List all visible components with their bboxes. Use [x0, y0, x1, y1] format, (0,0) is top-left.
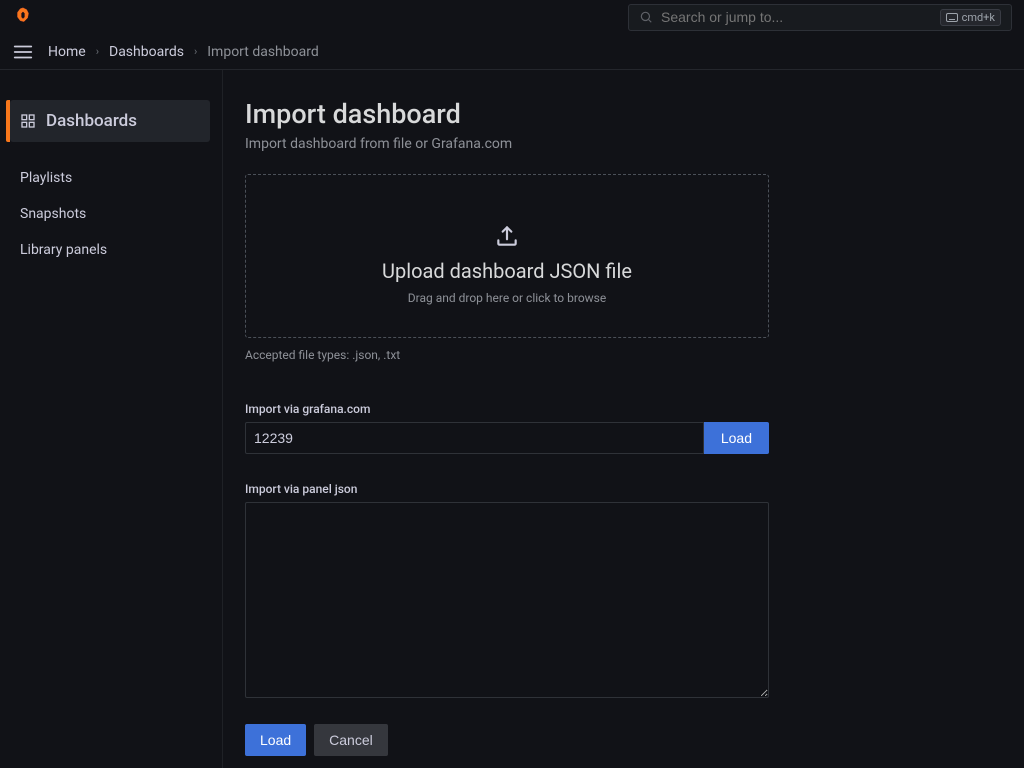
- accepted-file-types: Accepted file types: .json, .txt: [245, 348, 1002, 362]
- search-container[interactable]: cmd+k: [628, 4, 1012, 31]
- breadcrumb: Home › Dashboards › Import dashboard: [48, 44, 319, 60]
- sidebar-item-snapshots[interactable]: Snapshots: [10, 198, 210, 230]
- nav-bar: Home › Dashboards › Import dashboard: [0, 34, 1024, 70]
- sidebar-item-label: Playlists: [20, 170, 72, 186]
- breadcrumb-dashboards[interactable]: Dashboards: [109, 44, 184, 60]
- breadcrumb-home[interactable]: Home: [48, 44, 86, 60]
- dropzone-title: Upload dashboard JSON file: [266, 259, 748, 283]
- menu-icon[interactable]: [12, 41, 34, 63]
- keyboard-icon: [946, 13, 958, 22]
- sidebar-item-label: Dashboards: [46, 111, 137, 131]
- shortcut-text: cmd+k: [962, 11, 995, 24]
- load-button[interactable]: Load: [245, 724, 306, 756]
- page-title: Import dashboard: [245, 98, 1002, 130]
- grafana-import-label: Import via grafana.com: [245, 402, 1002, 416]
- sidebar-item-label: Library panels: [20, 242, 107, 258]
- search-icon: [639, 10, 653, 24]
- chevron-right-icon: ›: [96, 45, 99, 58]
- sidebar-item-label: Snapshots: [20, 206, 86, 222]
- dashboards-icon: [20, 113, 36, 129]
- upload-dropzone[interactable]: Upload dashboard JSON file Drag and drop…: [245, 174, 769, 338]
- top-bar: cmd+k: [0, 0, 1024, 34]
- page-subtitle: Import dashboard from file or Grafana.co…: [245, 136, 1002, 152]
- sidebar: Dashboards Playlists Snapshots Library p…: [0, 70, 222, 768]
- grafana-load-button[interactable]: Load: [704, 422, 769, 454]
- cancel-button[interactable]: Cancel: [314, 724, 388, 756]
- grafana-logo[interactable]: [12, 6, 34, 28]
- upload-icon: [494, 223, 520, 249]
- breadcrumb-current: Import dashboard: [207, 44, 319, 60]
- json-import-label: Import via panel json: [245, 482, 1002, 496]
- sidebar-item-playlists[interactable]: Playlists: [10, 162, 210, 194]
- main-content: Import dashboard Import dashboard from f…: [222, 70, 1024, 768]
- panel-json-textarea[interactable]: [245, 502, 769, 698]
- action-row: Load Cancel: [245, 724, 1002, 756]
- dropzone-subtitle: Drag and drop here or click to browse: [266, 291, 748, 305]
- chevron-right-icon: ›: [194, 45, 197, 58]
- sidebar-item-library-panels[interactable]: Library panels: [10, 234, 210, 266]
- keyboard-shortcut-badge: cmd+k: [940, 9, 1001, 26]
- search-input[interactable]: [661, 9, 940, 25]
- grafana-com-url-input[interactable]: [245, 422, 704, 454]
- sidebar-item-dashboards[interactable]: Dashboards: [10, 100, 210, 142]
